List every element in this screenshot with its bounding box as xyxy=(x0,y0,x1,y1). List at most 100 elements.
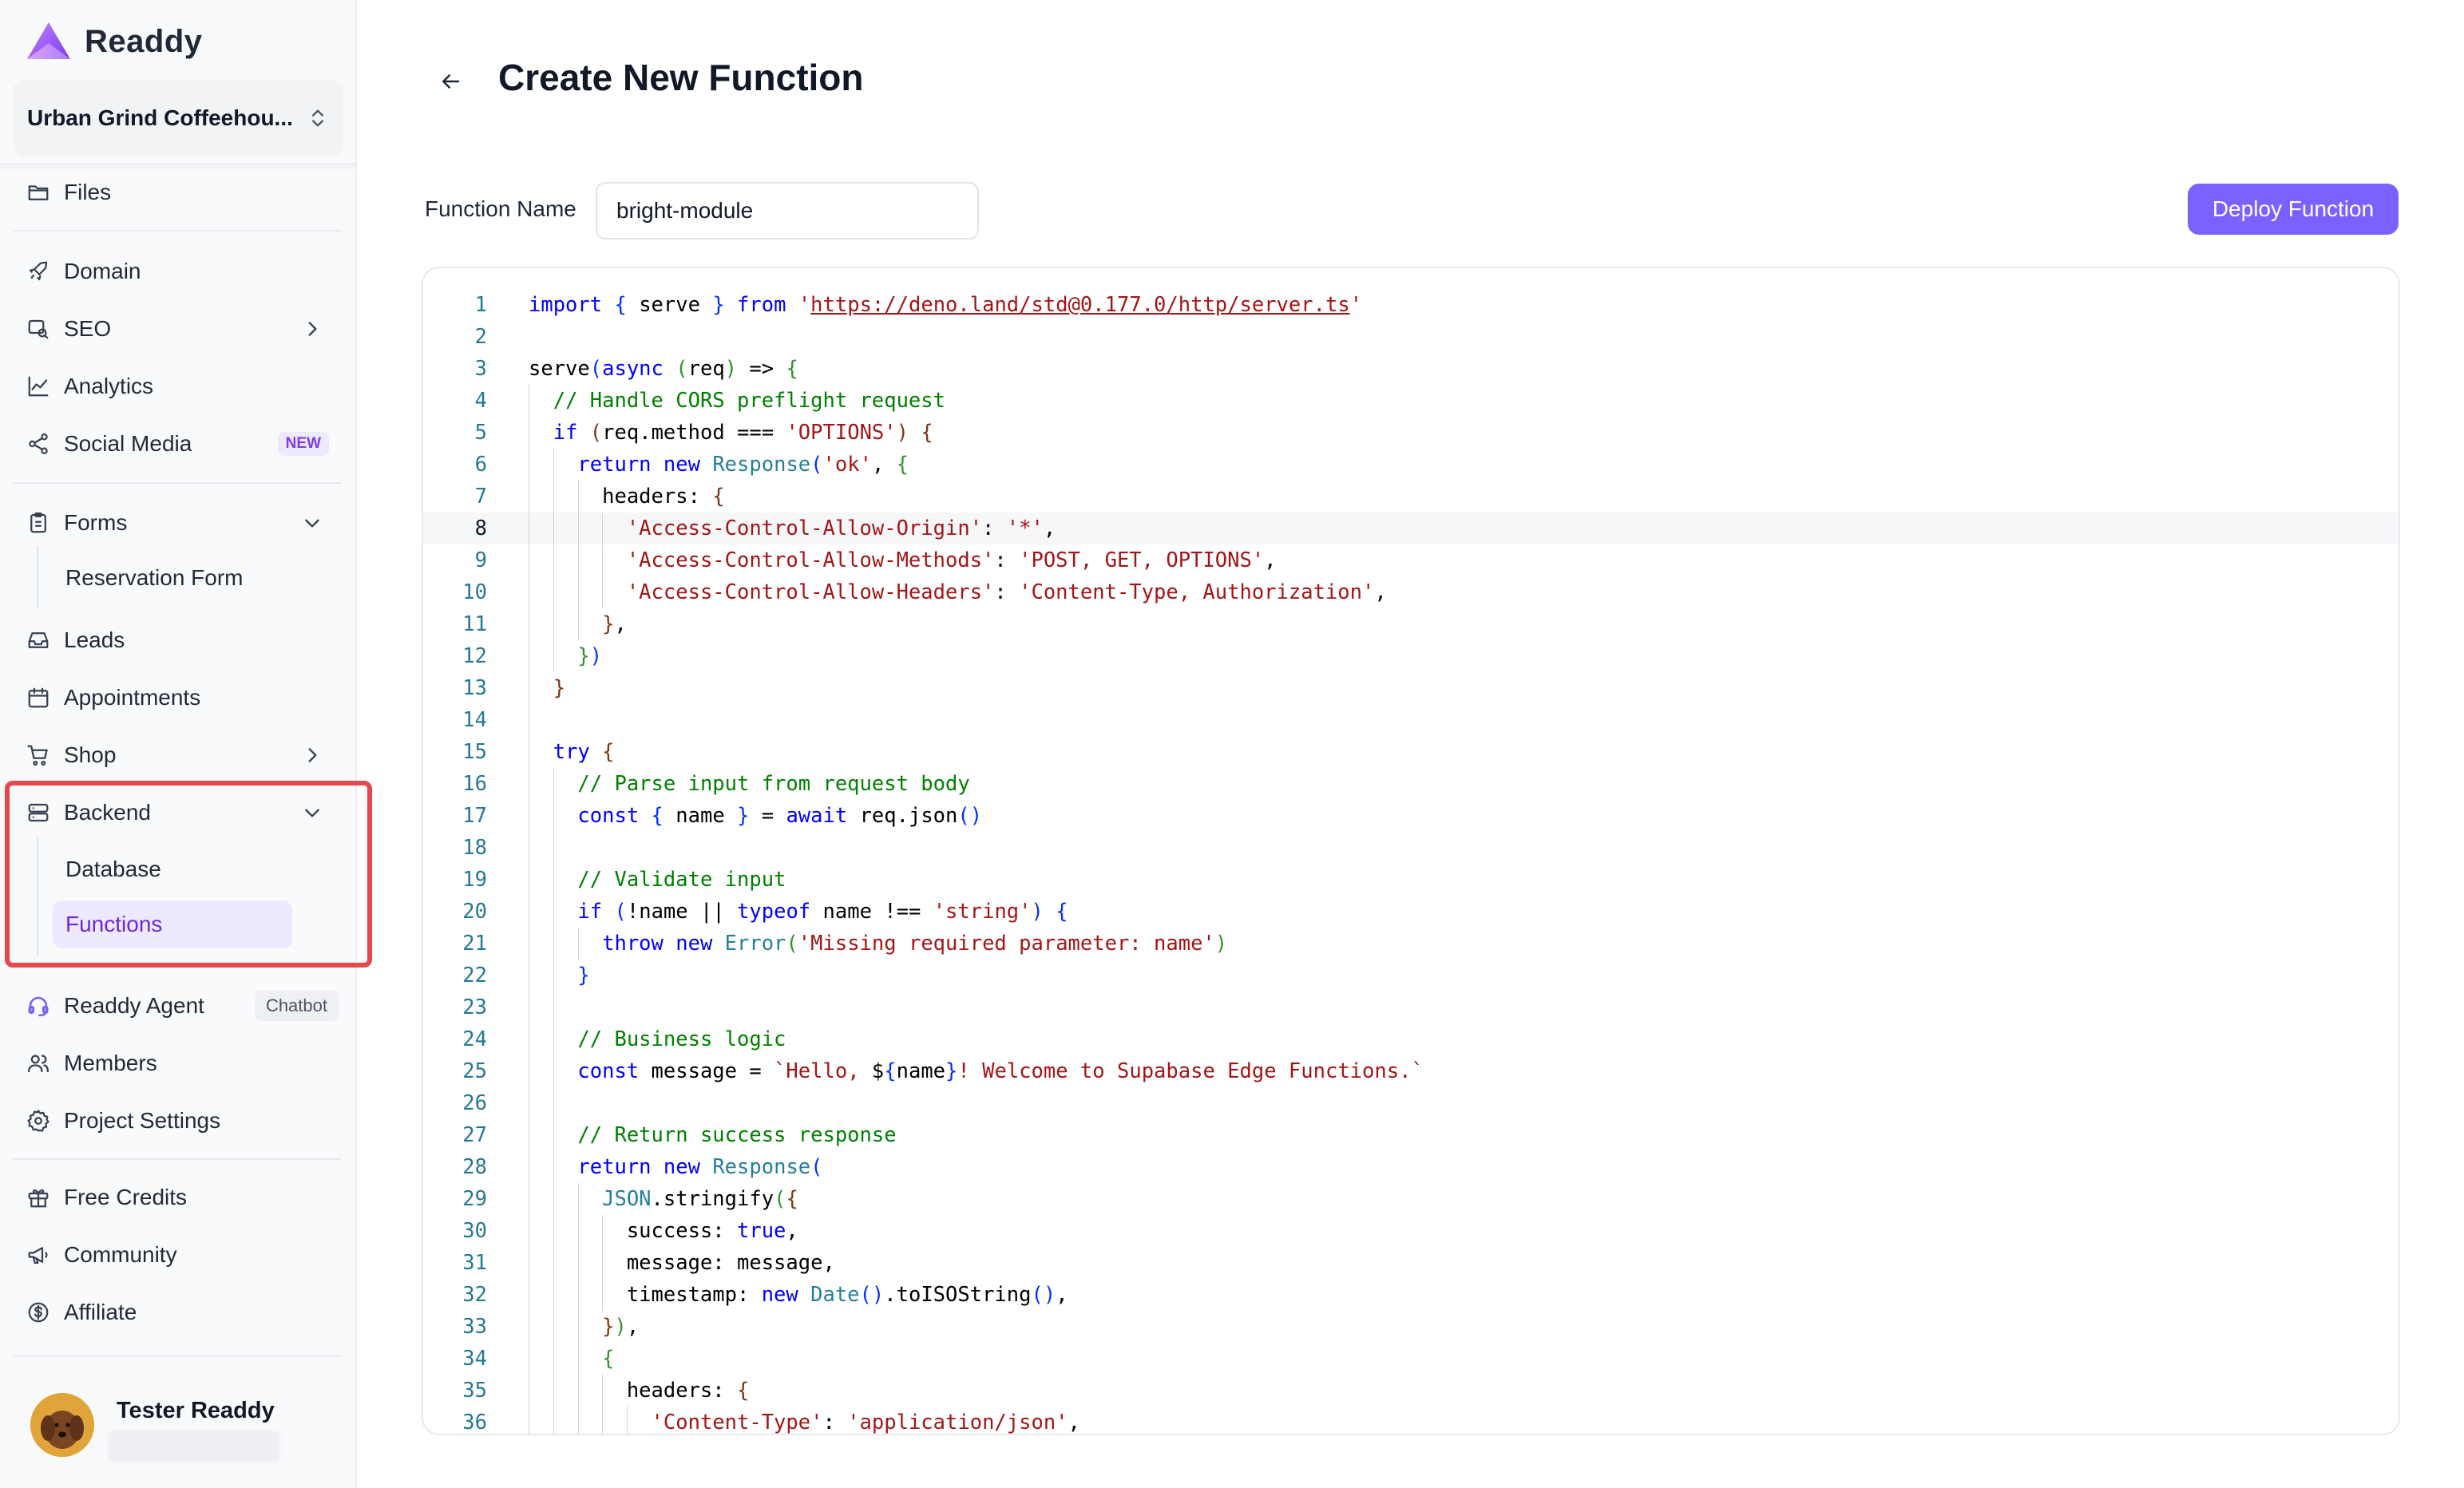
gift-icon xyxy=(26,1185,51,1210)
code-line[interactable]: 31 message: message, xyxy=(423,1247,2399,1279)
line-number: 13 xyxy=(462,676,487,700)
megaphone-icon xyxy=(26,1242,51,1268)
code-text: // Business logic xyxy=(577,1027,786,1051)
sidebar-item-label: Members xyxy=(64,1051,157,1075)
line-number: 31 xyxy=(462,1251,487,1275)
sidebar-item-members[interactable]: Members xyxy=(26,1043,332,1083)
users-icon xyxy=(26,1051,51,1076)
project-switcher[interactable]: Urban Grind Coffeehou... xyxy=(13,80,343,156)
code-line[interactable]: 33 }), xyxy=(423,1311,2399,1343)
sidebar-item-affiliate[interactable]: Affiliate xyxy=(26,1292,332,1332)
code-line[interactable]: 28 return new Response( xyxy=(423,1151,2399,1183)
indent-guide xyxy=(553,991,554,1023)
code-line[interactable]: 11 }, xyxy=(423,608,2399,640)
sidebar-item-seo[interactable]: SEO xyxy=(26,309,332,349)
code-line[interactable]: 32 timestamp: new Date().toISOString(), xyxy=(423,1279,2399,1311)
code-line[interactable]: 16 // Parse input from request body xyxy=(423,768,2399,800)
code-line[interactable]: 12 }) xyxy=(423,640,2399,672)
code-line[interactable]: 30 success: true, xyxy=(423,1215,2399,1247)
sidebar-item-label: Readdy Agent xyxy=(64,993,204,1018)
gear-icon xyxy=(26,1108,51,1134)
indent-guide xyxy=(553,832,554,864)
code-line[interactable]: 24 // Business logic xyxy=(423,1023,2399,1055)
code-line[interactable]: 35 headers: { xyxy=(423,1375,2399,1407)
code-text: }, xyxy=(602,612,627,636)
code-text: headers: { xyxy=(529,1379,750,1403)
code-text: serve(async (req) => { xyxy=(529,357,798,381)
sidebar-item-label: Free Credits xyxy=(64,1185,188,1209)
code-line[interactable]: 20 if (!name || typeof name !== 'string'… xyxy=(423,896,2399,928)
sidebar-subitem-reservation-form[interactable]: Reservation Form xyxy=(53,554,244,602)
function-name-label: Function Name xyxy=(425,196,576,221)
sidebar-item-analytics[interactable]: Analytics xyxy=(26,366,332,406)
calendar-icon xyxy=(26,685,51,710)
code-line[interactable]: 10 'Access-Control-Allow-Headers': 'Cont… xyxy=(423,576,2399,608)
code-line[interactable]: 19 // Validate input xyxy=(423,864,2399,896)
code-text: const message = `Hello, ${name}! Welcome… xyxy=(577,1059,1424,1083)
sidebar-item-label: Social Media xyxy=(64,431,192,456)
code-line[interactable]: 14 xyxy=(423,704,2399,736)
sidebar-item-files[interactable]: Files xyxy=(26,172,332,212)
sidebar-item-label: Affiliate xyxy=(64,1300,137,1324)
back-button[interactable] xyxy=(438,64,463,99)
sidebar-item-leads[interactable]: Leads xyxy=(26,620,332,660)
line-number: 11 xyxy=(462,612,487,636)
code-line[interactable]: 4 // Handle CORS preflight request xyxy=(423,385,2399,417)
code-line[interactable]: 26 xyxy=(423,1087,2399,1119)
code-text: }), xyxy=(602,1315,640,1339)
deploy-function-button[interactable]: Deploy Function xyxy=(2188,184,2399,235)
sidebar-item-shop[interactable]: Shop xyxy=(26,735,332,775)
sidebar-item-label: Forms xyxy=(64,510,128,535)
code-text: // Parse input from request body xyxy=(577,772,970,796)
code-line[interactable]: 34 { xyxy=(423,1343,2399,1375)
sidebar-item-community[interactable]: Community xyxy=(26,1235,332,1275)
code-line[interactable]: 15 try { xyxy=(423,736,2399,768)
chatbot-badge: Chatbot xyxy=(254,991,339,1021)
highlight-annotation-box xyxy=(5,781,372,968)
code-lines: 1 import { serve } from 'https://deno.lan… xyxy=(423,289,2399,1434)
line-number: 25 xyxy=(462,1059,487,1083)
code-text: // Handle CORS preflight request xyxy=(553,389,945,413)
sidebar-item-social-media[interactable]: Social Media NEW xyxy=(26,424,332,464)
code-line[interactable]: 25 const message = `Hello, ${name}! Welc… xyxy=(423,1055,2399,1087)
sidebar-item-readdy-agent[interactable]: Readdy Agent Chatbot xyxy=(26,986,339,1026)
code-line[interactable]: 36 'Content-Type': 'application/json', xyxy=(423,1407,2399,1434)
sidebar-item-domain[interactable]: Domain xyxy=(26,251,332,291)
brand[interactable]: Readdy xyxy=(26,19,203,64)
code-text: success: true, xyxy=(529,1219,798,1243)
code-line[interactable]: 17 const { name } = await req.json() xyxy=(423,800,2399,832)
code-line[interactable]: 1 import { serve } from 'https://deno.lan… xyxy=(423,289,2399,321)
code-line[interactable]: 5 if (req.method === 'OPTIONS') { xyxy=(423,417,2399,449)
chart-line-icon xyxy=(26,374,51,399)
code-line[interactable]: 21 throw new Error('Missing required par… xyxy=(423,928,2399,960)
code-line[interactable]: 27 // Return success response xyxy=(423,1119,2399,1151)
code-line[interactable]: 23 xyxy=(423,991,2399,1023)
code-line[interactable]: 9 'Access-Control-Allow-Methods': 'POST,… xyxy=(423,544,2399,576)
code-line[interactable]: 29 JSON.stringify({ xyxy=(423,1183,2399,1215)
code-line[interactable]: 6 return new Response('ok', { xyxy=(423,449,2399,481)
line-number: 1 xyxy=(474,293,487,317)
code-line[interactable]: 13 } xyxy=(423,672,2399,704)
line-number: 3 xyxy=(474,357,487,381)
code-line[interactable]: 8 'Access-Control-Allow-Origin': '*', xyxy=(423,512,2399,544)
code-line[interactable]: 22 } xyxy=(423,960,2399,991)
sidebar-item-appointments[interactable]: Appointments xyxy=(26,678,332,718)
line-number: 32 xyxy=(462,1283,487,1307)
code-line[interactable]: 18 xyxy=(423,832,2399,864)
function-name-input[interactable] xyxy=(596,182,979,239)
rocket-icon xyxy=(26,259,51,284)
code-line[interactable]: 2 xyxy=(423,321,2399,353)
code-line[interactable]: 7 headers: { xyxy=(423,481,2399,512)
code-line[interactable]: 3 serve(async (req) => { xyxy=(423,353,2399,385)
code-editor[interactable]: 1 import { serve } from 'https://deno.lan… xyxy=(422,267,2400,1435)
code-text: message: message, xyxy=(529,1251,835,1275)
line-number: 27 xyxy=(462,1123,487,1147)
arrow-left-icon xyxy=(442,74,460,89)
line-number: 7 xyxy=(474,485,487,509)
line-number: 15 xyxy=(462,740,487,764)
line-number: 18 xyxy=(462,836,487,860)
sidebar-item-free-credits[interactable]: Free Credits xyxy=(26,1177,332,1217)
code-text: // Validate input xyxy=(577,868,786,892)
sidebar-item-project-settings[interactable]: Project Settings xyxy=(26,1101,332,1141)
sidebar-item-forms[interactable]: Forms xyxy=(26,503,332,543)
